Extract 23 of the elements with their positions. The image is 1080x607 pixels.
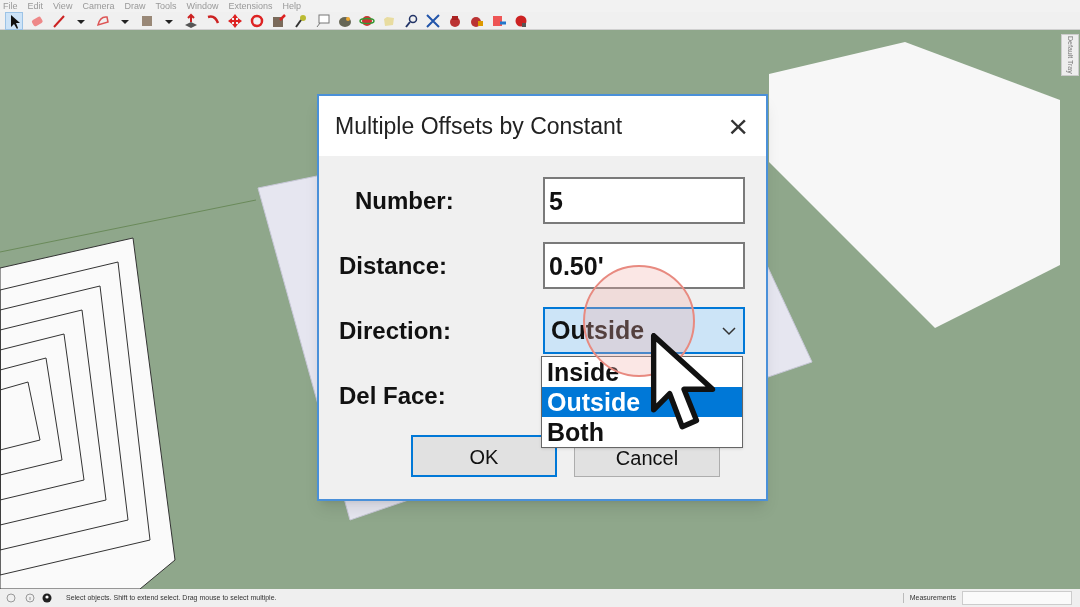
close-button[interactable]: × (728, 109, 748, 143)
move-icon[interactable] (227, 12, 243, 29)
measurements-field[interactable] (962, 591, 1072, 605)
menu-item[interactable]: Tools (155, 1, 177, 11)
person-icon[interactable] (42, 593, 52, 603)
magnifier-icon[interactable] (403, 12, 419, 29)
menu-item[interactable]: Edit (27, 1, 44, 11)
menu-item[interactable]: Draw (124, 1, 146, 11)
dialog-title: Multiple Offsets by Constant (335, 111, 623, 141)
menu-item[interactable]: View (53, 1, 73, 11)
menu-item[interactable]: Extensions (228, 1, 273, 11)
push-pull-icon[interactable] (183, 12, 199, 29)
chevron-down-icon (721, 325, 737, 336)
menu-item[interactable]: Window (186, 1, 219, 11)
field-label: Del Face: (339, 380, 447, 411)
menu-item[interactable]: Help (282, 1, 301, 11)
field-label: Distance: (339, 250, 449, 281)
menu-item[interactable]: Camera (82, 1, 115, 11)
field-label: Direction: (339, 315, 452, 346)
input-field[interactable]: 5 (543, 177, 745, 224)
input-field[interactable]: 0.50' (543, 242, 745, 289)
menu-item[interactable]: File (3, 1, 18, 11)
field-label: Number: (354, 185, 455, 216)
